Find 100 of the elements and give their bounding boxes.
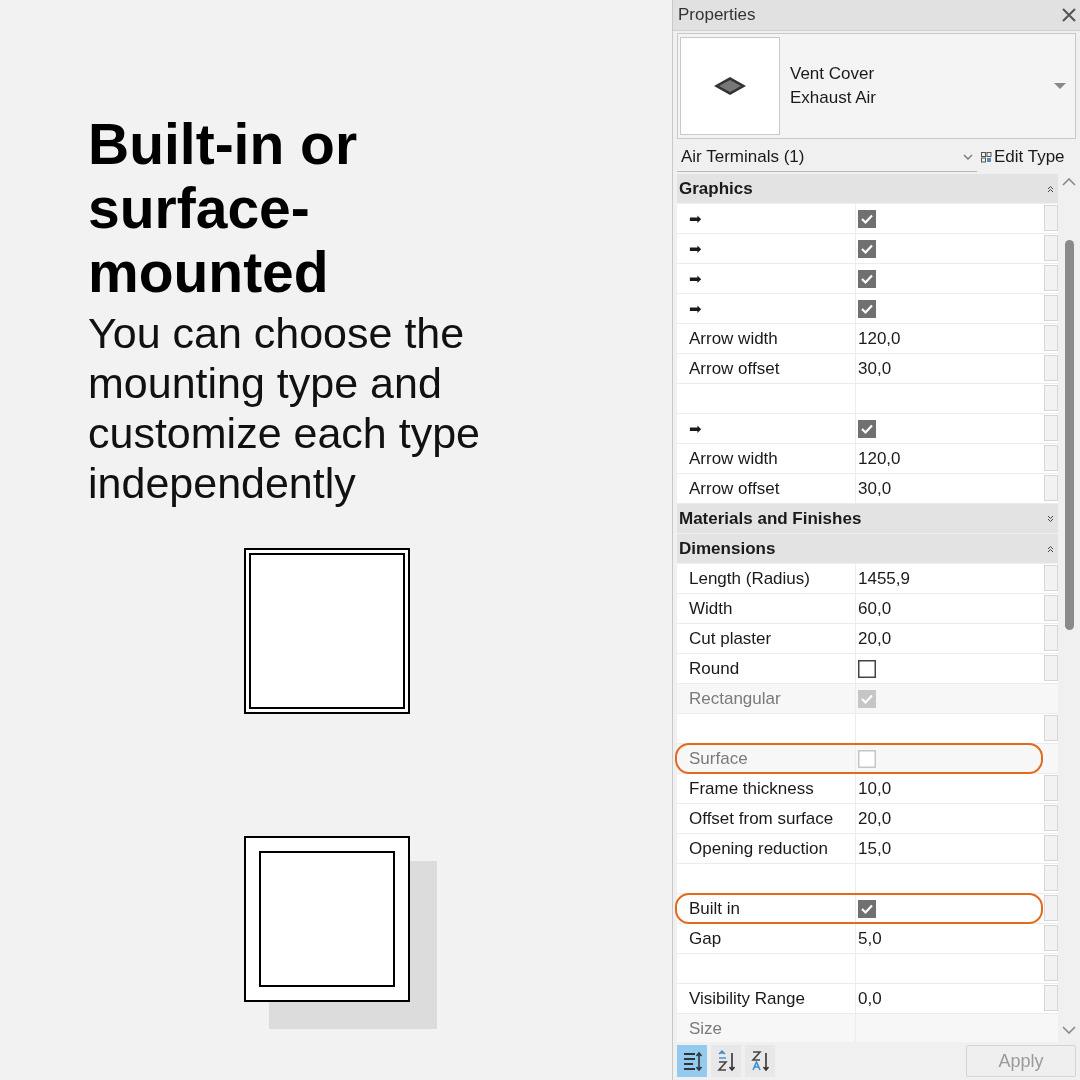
property-row[interactable]: Round [677, 654, 1058, 684]
associate-parameter-button[interactable] [1044, 805, 1058, 831]
type-selector[interactable]: Vent Cover Exhaust Air [677, 33, 1076, 139]
property-row[interactable]: Width 60,0 [677, 594, 1058, 624]
property-label: Size [689, 1018, 723, 1039]
associate-parameter-button[interactable] [1044, 625, 1058, 651]
chevron-down-icon [963, 153, 973, 160]
property-row[interactable]: Offset from surface 20,0 [677, 804, 1058, 834]
property-row[interactable]: ➡ [677, 264, 1058, 294]
collapse-icon[interactable] [1047, 184, 1054, 193]
property-row[interactable]: Arrow width 120,0 [677, 444, 1058, 474]
property-label: Length (Radius) [689, 568, 810, 589]
associate-parameter-button[interactable] [1044, 655, 1058, 681]
property-value[interactable]: 20,0 [858, 808, 892, 829]
property-label: Frame thickness [689, 778, 814, 799]
associate-parameter-button[interactable] [1044, 985, 1058, 1011]
associate-parameter-button[interactable] [1044, 475, 1058, 501]
property-value[interactable]: 60,0 [858, 598, 892, 619]
associate-parameter-button[interactable] [1044, 595, 1058, 621]
property-value[interactable]: 1455,9 [858, 568, 910, 589]
vent-cover-icon [713, 76, 747, 96]
property-label: Rectangular [689, 688, 781, 709]
section-title: Materials and Finishes [679, 508, 862, 529]
property-row[interactable]: ➡ [677, 294, 1058, 324]
close-icon[interactable] [1062, 8, 1076, 22]
property-row[interactable]: ➡ [677, 414, 1058, 444]
property-row[interactable]: Length (Radius) 1455,9 [677, 564, 1058, 594]
property-value[interactable]: 120,0 [858, 448, 901, 469]
property-row[interactable]: Frame thickness 10,0 [677, 774, 1058, 804]
property-row[interactable]: Visibility Range 0,0 [677, 984, 1058, 1014]
property-label: ➡ [689, 209, 702, 228]
checkbox[interactable] [858, 659, 876, 678]
section-header[interactable]: Materials and Finishes [677, 504, 1058, 534]
section-header[interactable]: Graphics [677, 174, 1058, 204]
associate-parameter-button[interactable] [1044, 355, 1058, 381]
edit-type-button[interactable]: Edit Type [981, 147, 1065, 167]
property-value[interactable]: 30,0 [858, 358, 892, 379]
property-label: Cut plaster [689, 628, 772, 649]
property-row[interactable]: ➡ [677, 234, 1058, 264]
associate-parameter-button[interactable] [1044, 565, 1058, 591]
property-row[interactable]: Cut plaster 20,0 [677, 624, 1058, 654]
associate-parameter-button[interactable] [1044, 775, 1058, 801]
property-row[interactable]: Built in [677, 894, 1058, 924]
categorized-list-icon [681, 1050, 703, 1072]
associate-parameter-button[interactable] [1044, 955, 1058, 981]
associate-parameter-button[interactable] [1044, 235, 1058, 261]
property-row[interactable]: Gap 5,0 [677, 924, 1058, 954]
property-label: Arrow offset [689, 478, 780, 499]
property-value[interactable]: 15,0 [858, 838, 892, 859]
property-row[interactable]: Arrow offset 30,0 [677, 474, 1058, 504]
checkbox[interactable] [858, 299, 876, 318]
toolbar-button[interactable] [745, 1045, 775, 1077]
associate-parameter-button[interactable] [1044, 325, 1058, 351]
property-row[interactable]: Opening reduction 15,0 [677, 834, 1058, 864]
checkbox[interactable] [858, 899, 876, 918]
checkbox[interactable] [858, 269, 876, 288]
property-row[interactable]: Arrow offset 30,0 [677, 354, 1058, 384]
associate-parameter-button[interactable] [1044, 925, 1058, 951]
property-value[interactable]: 30,0 [858, 478, 892, 499]
associate-parameter-button[interactable] [1044, 385, 1058, 411]
property-row[interactable] [677, 714, 1058, 744]
section-header[interactable]: Dimensions [677, 534, 1058, 564]
associate-parameter-button[interactable] [1044, 835, 1058, 861]
checkbox[interactable] [858, 239, 876, 258]
property-value[interactable]: 10,0 [858, 778, 892, 799]
associate-parameter-button[interactable] [1044, 415, 1058, 441]
property-label: Arrow width [689, 328, 778, 349]
property-value[interactable]: 20,0 [858, 628, 892, 649]
collapse-icon[interactable] [1047, 544, 1054, 553]
property-row[interactable]: Arrow width 120,0 [677, 324, 1058, 354]
sort-ascending-icon [715, 1050, 737, 1072]
property-row[interactable] [677, 864, 1058, 894]
family-name: Vent Cover [790, 64, 876, 84]
property-label: Visibility Range [689, 988, 805, 1009]
scroll-down-icon[interactable] [1062, 1026, 1076, 1034]
property-label: Round [689, 658, 740, 679]
scrollbar-thumb[interactable] [1064, 240, 1074, 630]
property-value[interactable]: 120,0 [858, 328, 901, 349]
associate-parameter-button[interactable] [1044, 895, 1058, 921]
property-value[interactable]: 0,0 [858, 988, 882, 1009]
toolbar-button[interactable] [677, 1045, 707, 1077]
section-title: Graphics [679, 178, 753, 199]
associate-parameter-button[interactable] [1044, 295, 1058, 321]
associate-parameter-button[interactable] [1044, 445, 1058, 471]
property-row[interactable]: ➡ [677, 204, 1058, 234]
checkbox[interactable] [858, 209, 876, 228]
property-label: Offset from surface [689, 808, 834, 829]
checkbox[interactable] [858, 419, 876, 438]
property-value[interactable]: 5,0 [858, 928, 882, 949]
property-label: ➡ [689, 269, 702, 288]
associate-parameter-button[interactable] [1044, 205, 1058, 231]
toolbar-button[interactable] [711, 1045, 741, 1077]
associate-parameter-button[interactable] [1044, 265, 1058, 291]
property-label: ➡ [689, 419, 702, 438]
scroll-up-icon[interactable] [1062, 178, 1076, 186]
property-label: Surface [689, 748, 748, 769]
associate-parameter-button[interactable] [1044, 865, 1058, 891]
associate-parameter-button[interactable] [1044, 715, 1058, 741]
property-label: Gap [689, 928, 722, 949]
expand-icon[interactable] [1047, 514, 1054, 523]
